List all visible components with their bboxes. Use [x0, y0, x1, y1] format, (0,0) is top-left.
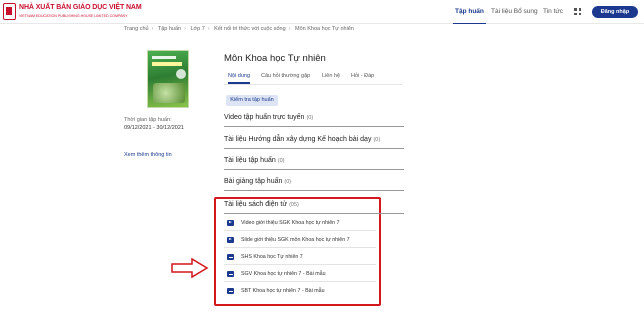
breadcrumb-series[interactable]: Kết nối tri thức với cuộc sống [214, 26, 286, 32]
section-count: (0) [277, 158, 285, 164]
training-time-value: 09/12/2021 - 30/12/2021 [124, 125, 184, 131]
book-icon [227, 271, 234, 277]
item-divider [224, 264, 376, 265]
section-count: (0) [284, 179, 292, 185]
top-header: NHÀ XUẤT BẢN GIÁO DỤC VIỆT NAM VIETNAM E… [0, 0, 644, 24]
content-tabs: Nội dung Câu hỏi thường gặp Liên hệ Hỏi … [224, 72, 404, 84]
item-divider [224, 281, 376, 282]
publisher-logo-icon [3, 3, 16, 20]
book-icon [227, 288, 234, 294]
video-icon [227, 220, 234, 226]
list-item-label: Slide giới thiệu SGK môn Khoa học tự nhi… [241, 237, 350, 243]
logo-subtitle: VIETNAM EDUCATION PUBLISHING HOUSE LIMIT… [19, 14, 128, 18]
breadcrumb-home[interactable]: Trang chủ [124, 26, 149, 32]
item-divider [224, 247, 376, 248]
publisher-logo[interactable]: NHÀ XUẤT BẢN GIÁO DỤC VIỆT NAM VIETNAM E… [3, 3, 142, 21]
list-item-label: SGV Khoa học tự nhiên 7 - Bài mẫu [241, 271, 326, 277]
section-title: Tài liệu Hướng dẫn xây dựng Kế hoạch bài… [224, 136, 372, 143]
training-time-label: Thời gian tập huấn: [124, 117, 172, 123]
section-divider [224, 126, 404, 127]
section-ebooks[interactable]: Tài liệu sách điện tử (05) [224, 201, 404, 208]
section-divider [224, 190, 404, 191]
training-test-button[interactable]: Kiểm tra tập huấn [226, 95, 278, 106]
list-item-label: SHS Khoa học Tự nhiên 7 [241, 254, 303, 260]
section-title: Video tập huấn trực tuyến [224, 114, 305, 121]
book-cover-image [147, 50, 189, 108]
section-training-lectures[interactable]: Bài giảng tập huấn (0) [224, 178, 404, 185]
section-count: (0) [306, 115, 314, 121]
section-count: (05) [289, 202, 299, 208]
section-training-docs[interactable]: Tài liệu tập huấn (0) [224, 157, 404, 164]
nav-item-supplementary[interactable]: Tài liệu Bổ sung [491, 0, 538, 24]
section-title: Bài giảng tập huấn [224, 178, 283, 185]
annotation-arrow-icon [171, 257, 209, 279]
list-item-label: SBT Khoa học tự nhiên 7 - Bài mẫu [241, 288, 325, 294]
breadcrumb-current: Môn Khoa học Tự nhiên [295, 26, 354, 32]
section-divider [224, 213, 404, 214]
tab-faq[interactable]: Câu hỏi thường gặp [261, 72, 310, 80]
list-item[interactable]: SBT Khoa học tự nhiên 7 - Bài mẫu [227, 287, 377, 297]
tab-qa[interactable]: Hỏi - Đáp [351, 72, 374, 80]
list-item[interactable]: Slide giới thiệu SGK môn Khoa học tự nhi… [227, 236, 377, 246]
section-lesson-plan-guide[interactable]: Tài liệu Hướng dẫn xây dựng Kế hoạch bài… [224, 136, 404, 143]
breadcrumb-training[interactable]: Tập huấn [158, 26, 181, 32]
breadcrumb-grade[interactable]: Lớp 7 [190, 26, 204, 32]
list-item[interactable]: SGV Khoa học tự nhiên 7 - Bài mẫu [227, 270, 377, 280]
apps-grid-icon[interactable] [574, 8, 582, 16]
book-icon [227, 254, 234, 260]
login-button[interactable]: Đăng nhập [592, 6, 638, 18]
nav-item-training[interactable]: Tập huấn [453, 0, 486, 24]
tab-contact[interactable]: Liên hệ [322, 72, 340, 80]
section-divider [224, 148, 404, 149]
section-title: Tài liệu tập huấn [224, 157, 276, 164]
nav-item-news[interactable]: Tin tức [543, 0, 563, 24]
video-icon [227, 237, 234, 243]
page-title: Môn Khoa học Tự nhiên [224, 53, 326, 64]
more-info-link[interactable]: Xem thêm thông tin [124, 152, 172, 158]
breadcrumb: Trang chủ › Tập huấn › Lớp 7 › Kết nối tri … [124, 26, 354, 32]
section-title: Tài liệu sách điện tử [224, 201, 288, 208]
list-item[interactable]: SHS Khoa học Tự nhiên 7 [227, 253, 377, 263]
tabs-divider [224, 83, 402, 85]
item-divider [224, 230, 376, 231]
logo-title: NHÀ XUẤT BẢN GIÁO DỤC VIỆT NAM [19, 4, 142, 11]
tab-content[interactable]: Nội dung [228, 72, 251, 84]
list-item[interactable]: Video giới thiệu SGK Khoa học tự nhiên 7 [227, 219, 377, 229]
section-divider [224, 169, 404, 170]
section-online-video[interactable]: Video tập huấn trực tuyến (0) [224, 114, 404, 121]
section-count: (0) [373, 137, 381, 143]
list-item-label: Video giới thiệu SGK Khoa học tự nhiên 7 [241, 220, 340, 226]
